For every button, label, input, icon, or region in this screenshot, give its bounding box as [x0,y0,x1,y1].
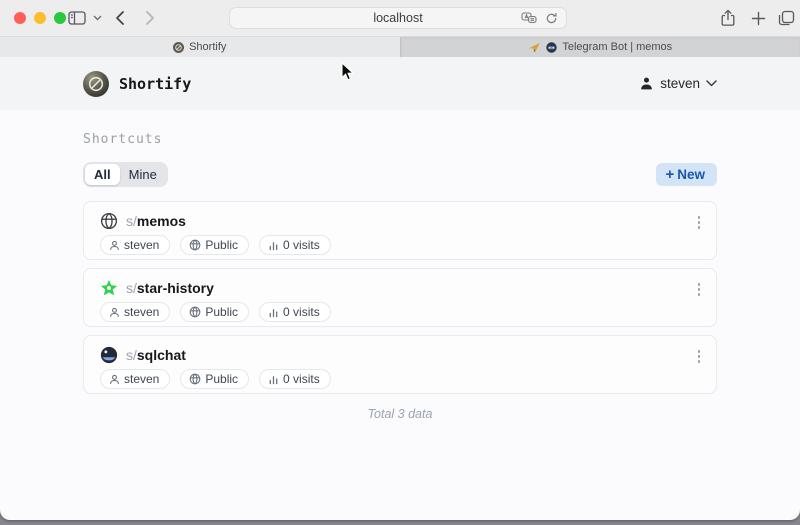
translate-icon[interactable] [521,12,537,24]
close-window-button[interactable] [14,12,26,24]
user-menu[interactable]: steven [639,76,717,91]
visits-badge: 0 visits [259,235,331,255]
traffic-lights [14,12,66,24]
visibility-badge: Public [180,235,249,255]
globe-icon [189,373,201,385]
shortify-favicon [173,42,184,53]
person-icon [109,240,120,251]
minimize-window-button[interactable] [34,12,46,24]
bar-chart-icon [268,240,279,251]
brand-home-link[interactable]: Shortify [83,71,191,97]
reload-icon[interactable] [545,12,558,25]
plus-icon: + [665,167,674,182]
card-menu-kebab-icon[interactable] [696,214,703,231]
person-icon [109,374,120,385]
bar-chart-icon [268,374,279,385]
card-menu-kebab-icon[interactable] [696,281,703,298]
sidebar-chevron-icon[interactable] [90,0,104,36]
globe-icon [189,306,201,318]
green-star-icon [100,279,118,297]
page-title: Shortcuts [83,132,717,147]
memos-bot-favicon [546,42,557,53]
creator-badge: steven [100,235,170,255]
bot-avatar-icon [100,346,118,364]
chevron-down-icon [706,80,717,87]
memos-globe-icon [100,212,118,230]
shortify-logo-icon [83,71,109,97]
shortcut-card-sqlchat[interactable]: s/sqlchat steven Public 0 visits [83,335,717,394]
tab-bar: Shortify Telegram Bot | memos [0,36,800,57]
shortcut-card-star-history[interactable]: s/star-history steven Public 0 visits [83,268,717,327]
tab-overview-icon[interactable] [774,0,798,36]
globe-icon [189,239,201,251]
shortcut-slug: s/sqlchat [126,347,186,363]
main-content: Shortcuts All Mine + New [0,132,800,421]
new-tab-plus-icon[interactable] [746,0,770,36]
shortcut-card-memos[interactable]: s/memos steven Public 0 visits [83,201,717,260]
tab-label: Telegram Bot | memos [562,41,672,53]
tab-telegram-bot-memos[interactable]: Telegram Bot | memos [400,37,800,57]
new-shortcut-button[interactable]: + New [656,163,717,186]
card-menu-kebab-icon[interactable] [696,348,703,365]
filter-segmented-control: All Mine [83,162,168,187]
shortcut-slug: s/star-history [126,280,214,296]
creator-badge: steven [100,302,170,322]
visibility-badge: Public [180,302,249,322]
visits-badge: 0 visits [259,302,331,322]
badge-row: steven Public 0 visits [100,302,700,322]
browser-toolbar: localhost [0,0,800,36]
new-button-label: New [677,167,705,182]
badge-row: steven Public 0 visits [100,235,700,255]
visibility-badge: Public [180,369,249,389]
brand-title: Shortify [119,75,191,93]
back-button-icon[interactable] [108,0,132,36]
creator-badge: steven [100,369,170,389]
share-icon[interactable] [716,0,740,36]
shortcut-list: s/memos steven Public 0 visits [83,201,717,394]
user-name: steven [660,76,700,91]
filter-all[interactable]: All [85,164,120,185]
user-icon [639,76,654,91]
browser-window: localhost [0,0,800,520]
tab-shortify[interactable]: Shortify [0,37,400,57]
sidebar-toggle-icon[interactable] [64,0,90,36]
total-count-note: Total 3 data [83,407,717,421]
paper-plane-icon [528,42,541,53]
visits-badge: 0 visits [259,369,331,389]
address-url: localhost [373,11,422,25]
address-bar[interactable]: localhost [229,7,567,29]
forward-button-icon[interactable] [138,0,162,36]
shortcut-slug: s/memos [126,213,186,229]
bar-chart-icon [268,307,279,318]
tab-label: Shortify [189,41,226,53]
badge-row: steven Public 0 visits [100,369,700,389]
person-icon [109,307,120,318]
controls-row: All Mine + New [83,162,717,187]
filter-mine[interactable]: Mine [120,164,166,185]
site-header: Shortify steven [0,57,800,110]
